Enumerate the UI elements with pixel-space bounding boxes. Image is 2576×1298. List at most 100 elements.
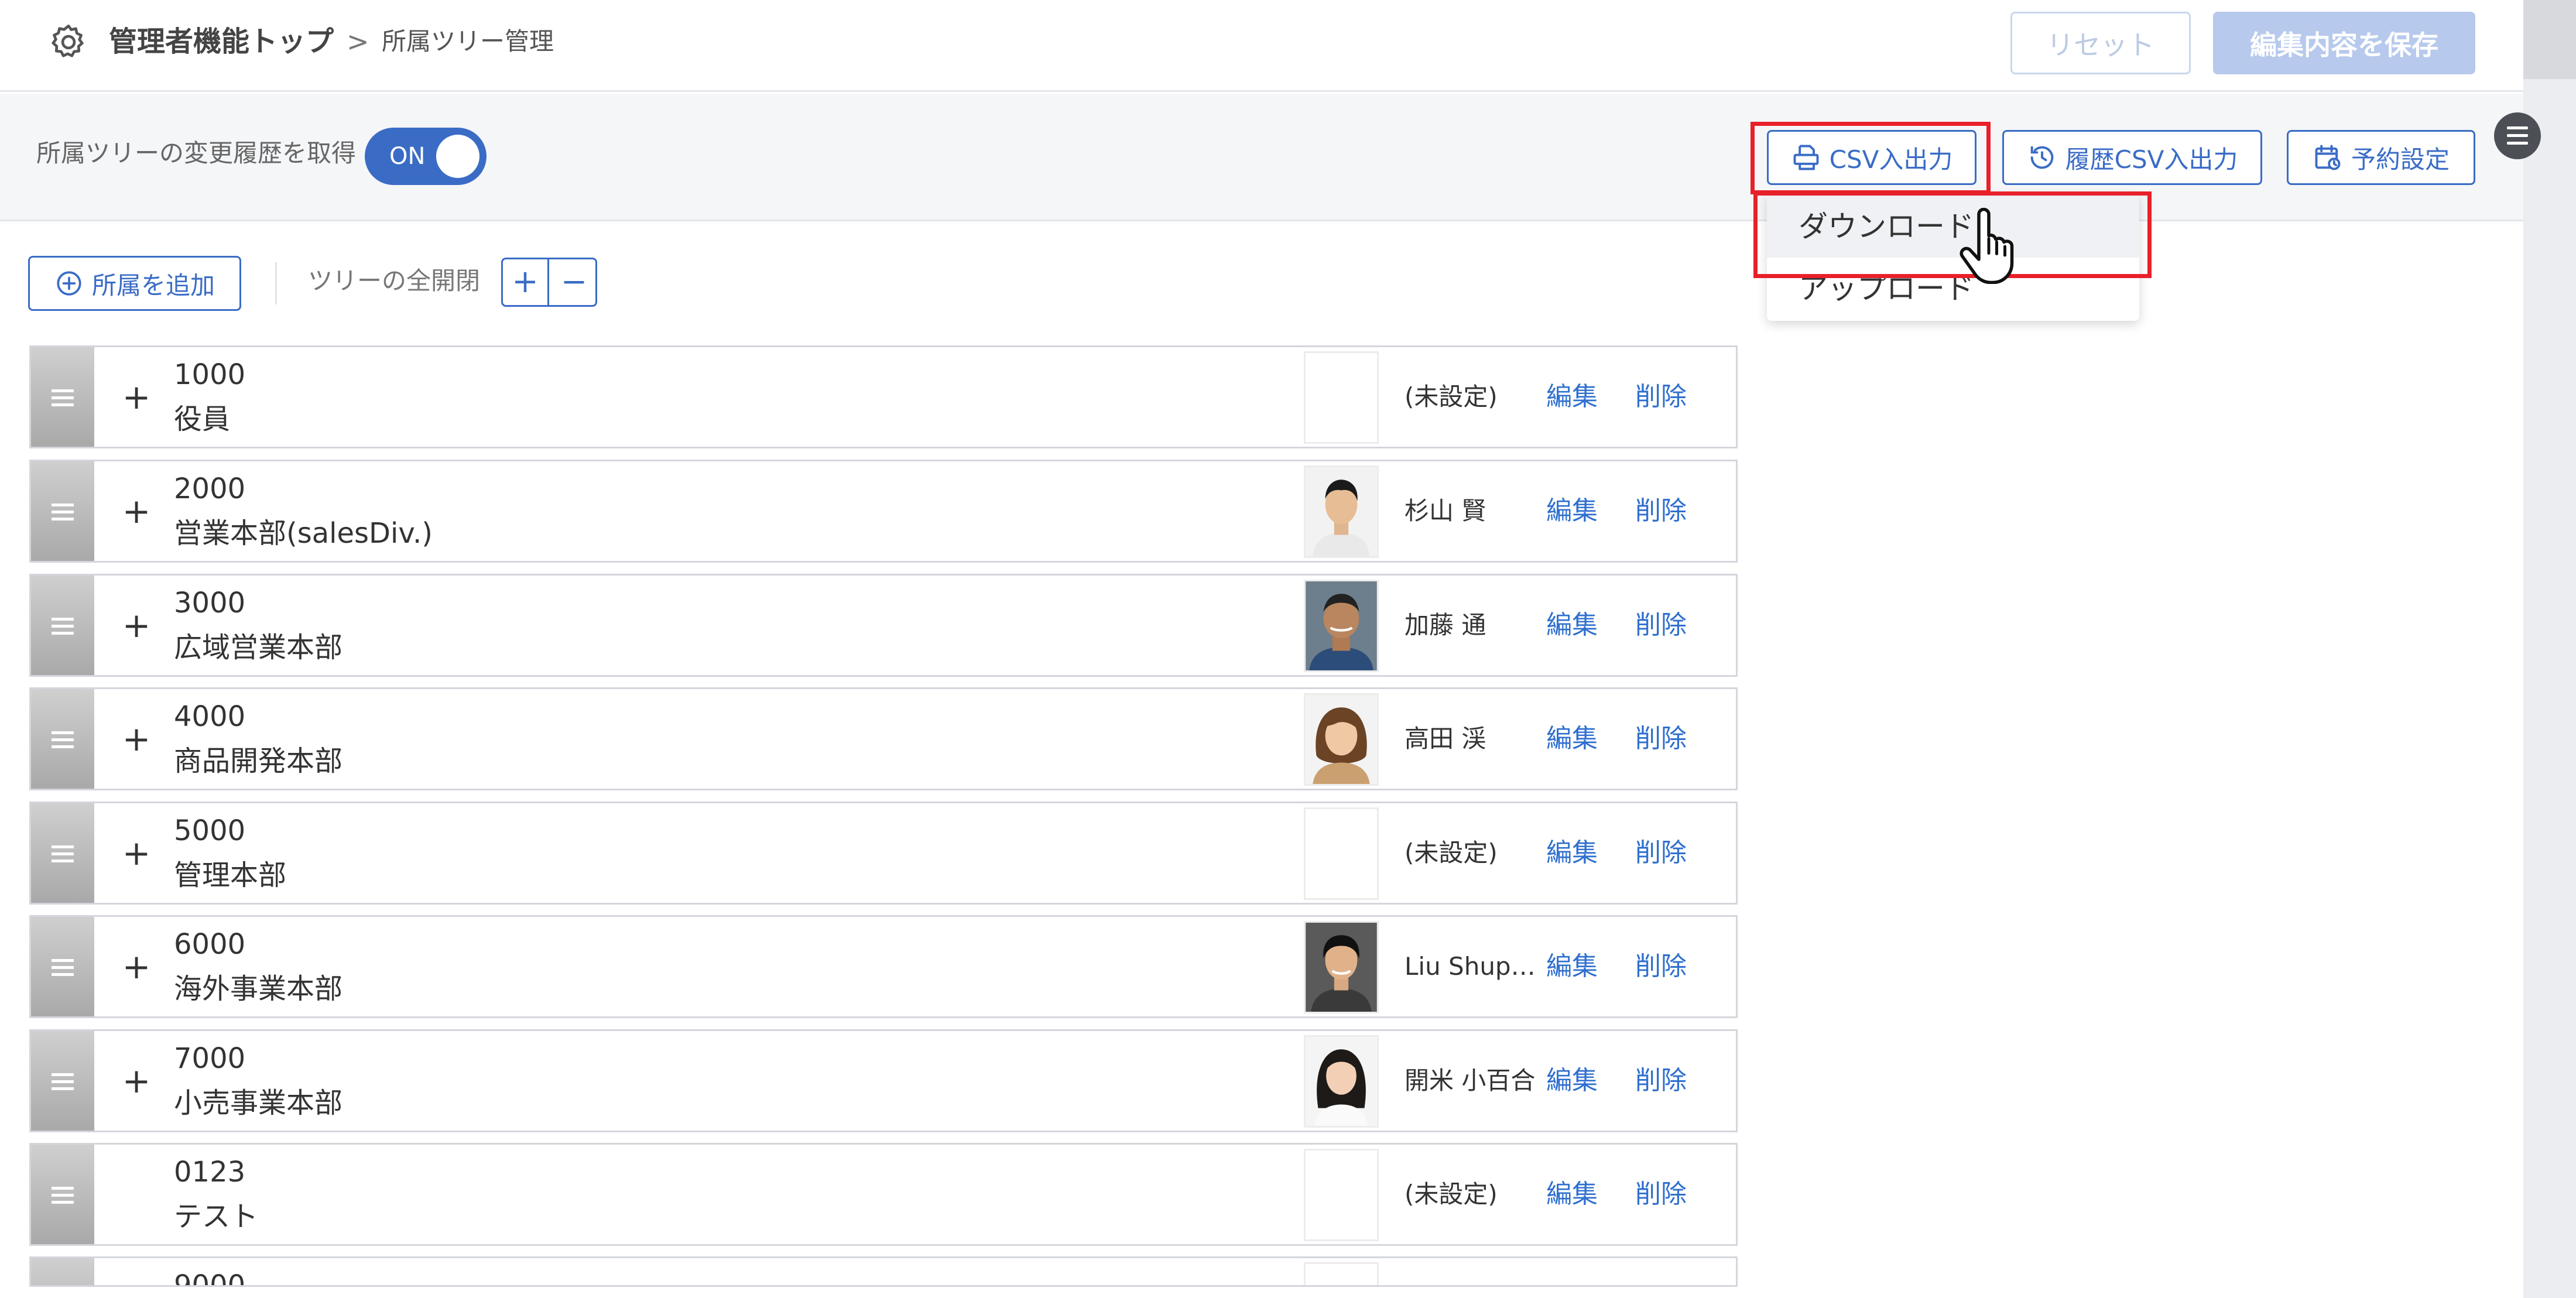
expand-all-button[interactable]: +	[503, 259, 549, 305]
department-code: 7000	[174, 1042, 246, 1075]
history-csv-io-label: 履歴CSV入出力	[2065, 145, 2238, 174]
tree-row: + 4000 商品開発本部 高田 渓 編集 削除	[29, 687, 1738, 790]
edit-link[interactable]: 編集	[1546, 492, 1598, 530]
gear-icon[interactable]	[48, 22, 89, 63]
app-header: 管理者機能トップ > 所属ツリー管理 リセット 編集内容を保存	[0, 0, 2523, 92]
manager-photo	[1304, 465, 1379, 558]
manager-name: 開米 小百合	[1405, 1066, 1536, 1095]
manager-photo-empty	[1304, 1262, 1379, 1285]
drag-handle-icon[interactable]	[31, 917, 94, 1016]
plus-circle-icon	[57, 271, 81, 296]
add-department-label: 所属を追加	[91, 270, 215, 300]
drag-handle-icon[interactable]	[31, 347, 94, 447]
tree-row: 9000	[29, 1256, 1738, 1287]
reset-button[interactable]: リセット	[2010, 12, 2191, 74]
drag-handle-icon[interactable]	[31, 689, 94, 789]
department-name: 海外事業本部	[174, 972, 343, 1005]
schedule-settings-button[interactable]: 予約設定	[2287, 130, 2475, 185]
delete-link[interactable]: 削除	[1635, 492, 1687, 530]
drag-handle-icon[interactable]	[31, 1145, 94, 1244]
highlight-box-download	[1753, 191, 2152, 278]
edit-link[interactable]: 編集	[1546, 720, 1598, 758]
manager-photo-empty	[1304, 351, 1379, 444]
expand-row-icon[interactable]: +	[116, 713, 157, 765]
expand-all-label: ツリーの全開閉	[308, 266, 481, 295]
expand-row-icon[interactable]: +	[116, 599, 157, 652]
collapse-all-button[interactable]: −	[551, 259, 597, 305]
delete-link[interactable]: 削除	[1635, 834, 1687, 872]
department-name: テスト	[174, 1200, 259, 1233]
drag-handle-icon[interactable]	[31, 1031, 94, 1131]
history-clock-icon	[2030, 146, 2053, 169]
drag-handle-icon[interactable]	[31, 461, 94, 561]
manager-photo-empty	[1304, 1149, 1379, 1241]
breadcrumb-admin-top[interactable]: 管理者機能トップ	[109, 21, 334, 62]
edit-link[interactable]: 編集	[1546, 834, 1598, 872]
manager-name: (未設定)	[1405, 382, 1498, 411]
save-button[interactable]: 編集内容を保存	[2213, 12, 2475, 74]
department-name: 小売事業本部	[174, 1087, 343, 1119]
delete-link[interactable]: 削除	[1635, 378, 1687, 416]
history-toggle[interactable]: ON	[365, 128, 487, 185]
tree-row: + 6000 海外事業本部 Liu Shup… 編集 削除	[29, 915, 1738, 1018]
history-setting-label: 所属ツリーの変更履歴を取得	[36, 139, 357, 167]
department-code: 0123	[174, 1156, 246, 1189]
expand-row-icon[interactable]: +	[116, 485, 157, 537]
menu-line-icon	[2507, 142, 2528, 145]
drag-handle-icon[interactable]	[31, 576, 94, 675]
manager-photo	[1304, 1035, 1379, 1128]
department-name: 広域営業本部	[174, 631, 343, 664]
add-department-button[interactable]: 所属を追加	[28, 256, 241, 311]
side-menu-toggle[interactable]	[2494, 112, 2541, 159]
delete-link[interactable]: 削除	[1635, 1062, 1687, 1100]
manager-name: 加藤 通	[1405, 611, 1486, 639]
breadcrumb-separator-icon: >	[347, 26, 369, 57]
department-code: 1000	[174, 358, 246, 391]
department-code: 2000	[174, 472, 246, 505]
toggle-state-label: ON	[389, 143, 426, 170]
department-code: 5000	[174, 814, 246, 847]
edit-link[interactable]: 編集	[1546, 607, 1598, 644]
edit-link[interactable]: 編集	[1546, 1176, 1598, 1213]
department-name: 管理本部	[174, 859, 287, 892]
delete-link[interactable]: 削除	[1635, 720, 1687, 758]
scrollbar-thumb[interactable]	[2523, 0, 2576, 79]
manager-name: 杉山 賢	[1405, 496, 1486, 525]
department-name: 役員	[174, 403, 231, 436]
toggle-knob	[436, 135, 479, 178]
highlight-box-csv	[1751, 122, 1991, 194]
schedule-settings-label: 予約設定	[2351, 145, 2450, 174]
tree-row: + 3000 広域営業本部 加藤 通 編集 削除	[29, 574, 1738, 677]
divider	[275, 262, 277, 304]
calendar-clock-icon	[2315, 145, 2341, 170]
tree-row: + 5000 管理本部 (未設定) 編集 削除	[29, 802, 1738, 905]
edit-link[interactable]: 編集	[1546, 948, 1598, 985]
expand-row-icon[interactable]: +	[116, 827, 157, 879]
edit-link[interactable]: 編集	[1546, 378, 1598, 416]
tree-row: + 1000 役員 (未設定) 編集 削除	[29, 345, 1738, 448]
manager-photo	[1304, 921, 1379, 1013]
department-code: 3000	[174, 587, 246, 619]
hand-pointer-icon	[1960, 208, 2014, 284]
page-scrollbar[interactable]	[2523, 0, 2576, 1298]
menu-line-icon	[2507, 126, 2528, 129]
delete-link[interactable]: 削除	[1635, 1176, 1687, 1213]
expand-row-icon[interactable]: +	[116, 940, 157, 993]
expand-collapse-group: + −	[501, 258, 597, 307]
drag-handle-icon[interactable]	[31, 803, 94, 903]
department-code: 9000	[174, 1269, 246, 1287]
manager-photo	[1304, 693, 1379, 786]
manager-name: (未設定)	[1405, 1180, 1498, 1208]
edit-link[interactable]: 編集	[1546, 1062, 1598, 1100]
expand-row-icon[interactable]: +	[116, 371, 157, 423]
delete-link[interactable]: 削除	[1635, 607, 1687, 644]
tree-row: 0123 テスト (未設定) 編集 削除	[29, 1143, 1738, 1246]
drag-handle-icon[interactable]	[31, 1258, 94, 1285]
history-csv-io-button[interactable]: 履歴CSV入出力	[2002, 130, 2262, 185]
department-code: 4000	[174, 700, 246, 733]
expand-row-icon[interactable]: +	[116, 1054, 157, 1107]
delete-link[interactable]: 削除	[1635, 948, 1687, 985]
breadcrumb-current: 所属ツリー管理	[382, 27, 554, 56]
tree-row: + 7000 小売事業本部 開米 小百合 編集 削除	[29, 1029, 1738, 1132]
manager-photo	[1304, 580, 1379, 672]
